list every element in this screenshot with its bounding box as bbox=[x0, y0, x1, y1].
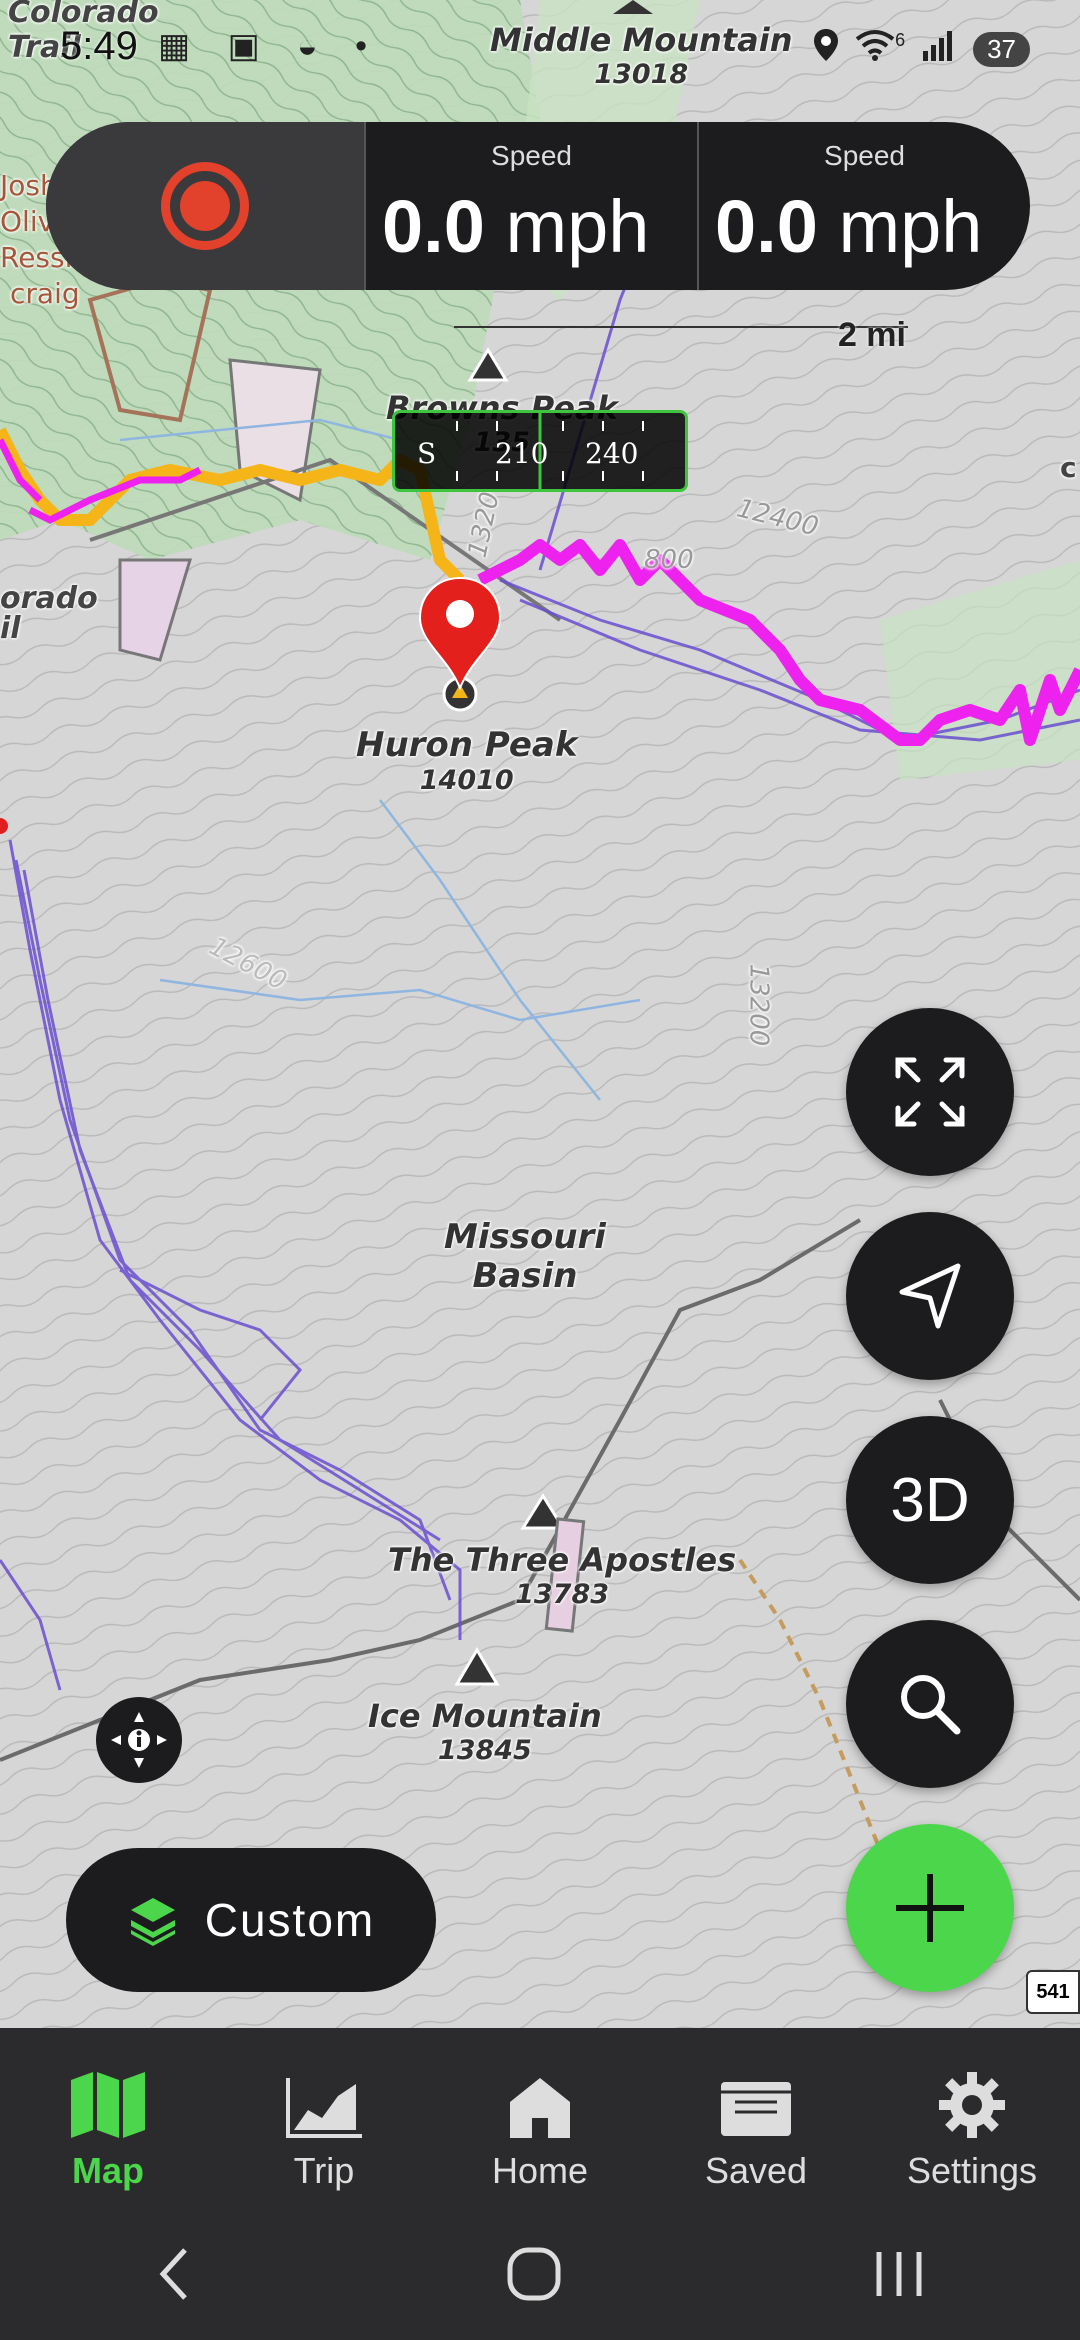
back-icon[interactable] bbox=[155, 2246, 195, 2307]
layers-label: Custom bbox=[204, 1894, 376, 1946]
nav-item-home[interactable]: Home bbox=[432, 2028, 648, 2212]
nav-item-trip[interactable]: Trip bbox=[216, 2028, 432, 2212]
nav-label: Trip bbox=[293, 2150, 355, 2191]
add-button[interactable] bbox=[846, 1824, 1014, 1992]
map-label-three-apostles: The Three Apostles 13783 bbox=[388, 1541, 737, 1610]
search-icon bbox=[901, 1675, 961, 1735]
map-label-craig: craig bbox=[10, 277, 80, 310]
fullscreen-button[interactable] bbox=[846, 1008, 1014, 1176]
map-scale-label: 2 mi bbox=[837, 316, 906, 354]
nav-item-saved[interactable]: Saved bbox=[648, 2028, 864, 2212]
nav-item-map[interactable]: Map bbox=[0, 2028, 216, 2212]
map-label-huron-peak: Huron Peak 14010 bbox=[356, 725, 578, 797]
speed-label: Speed bbox=[491, 140, 572, 171]
battery-icon: 37 bbox=[973, 31, 1030, 67]
navigation-arrow-icon bbox=[899, 1263, 961, 1329]
expand-icon bbox=[895, 1057, 965, 1127]
nav-label: Map bbox=[72, 2150, 144, 2191]
wifi-generation: 6 bbox=[895, 29, 906, 50]
compass-tick: S bbox=[417, 437, 437, 470]
map-label-il: il bbox=[0, 611, 21, 646]
compass-tick: 240 bbox=[585, 437, 639, 470]
folder-icon bbox=[719, 2066, 793, 2138]
road-number-badge: 541 bbox=[1026, 1970, 1080, 2014]
layers-icon bbox=[130, 1898, 175, 1946]
system-navigation-bar bbox=[0, 2212, 1080, 2340]
speed-readout[interactable]: Speed 0.0 mph bbox=[364, 122, 697, 290]
map-icon bbox=[69, 2066, 147, 2138]
speed-dashboard: Speed 0.0 mph Speed 0.0 mph bbox=[46, 122, 1030, 290]
info-compass-icon bbox=[111, 1712, 167, 1768]
map-layers-button[interactable]: Custom bbox=[66, 1848, 436, 1992]
3d-toggle-button[interactable]: 3D bbox=[846, 1416, 1014, 1584]
nav-label: Settings bbox=[906, 2150, 1038, 2191]
record-button[interactable] bbox=[46, 122, 364, 290]
gear-icon bbox=[939, 2066, 1005, 2138]
home-icon bbox=[508, 2066, 572, 2138]
nav-item-settings[interactable]: Settings bbox=[864, 2028, 1080, 2212]
speed-value: 0.0 mph bbox=[715, 185, 983, 268]
map-label-edge: c bbox=[1060, 451, 1077, 484]
my-location-button[interactable] bbox=[846, 1212, 1014, 1380]
plus-icon bbox=[896, 1874, 964, 1942]
speed-readout[interactable]: Speed 0.0 mph bbox=[697, 122, 1030, 290]
home-button-icon[interactable] bbox=[506, 2246, 562, 2307]
nav-label: Home bbox=[491, 2150, 589, 2191]
map-label-missouri-basin: Missouri Basin bbox=[444, 1217, 606, 1297]
map-info-button[interactable] bbox=[96, 1697, 182, 1783]
map-contour-label: 13200 bbox=[743, 963, 774, 1047]
location-status-icon bbox=[813, 28, 839, 70]
speed-label: Speed bbox=[824, 140, 905, 171]
record-icon bbox=[161, 162, 249, 250]
3d-label: 3D bbox=[890, 1465, 970, 1535]
wifi-icon bbox=[855, 29, 895, 69]
bottom-navigation: Map Trip Home Saved Settings bbox=[0, 2028, 1080, 2212]
nav-label: Saved bbox=[704, 2150, 808, 2191]
recent-apps-icon[interactable] bbox=[873, 2248, 925, 2305]
map-label-ice-mountain: Ice Mountain 13845 bbox=[368, 1697, 602, 1766]
map-contour-label: 800 bbox=[644, 545, 694, 575]
status-bar: 5:49 ▦ ▣ ◒ • 6 37 bbox=[0, 0, 1080, 100]
compass-tick: 210 bbox=[495, 437, 549, 470]
chart-icon bbox=[286, 2066, 362, 2138]
search-button[interactable] bbox=[846, 1620, 1014, 1788]
signal-icon bbox=[921, 29, 957, 69]
notification-icons: ▦ ▣ ◒ • bbox=[158, 27, 382, 65]
status-time: 5:49 bbox=[60, 24, 138, 68]
compass-heading-strip: S 210 240 bbox=[392, 410, 688, 492]
speed-value: 0.0 mph bbox=[382, 185, 650, 268]
